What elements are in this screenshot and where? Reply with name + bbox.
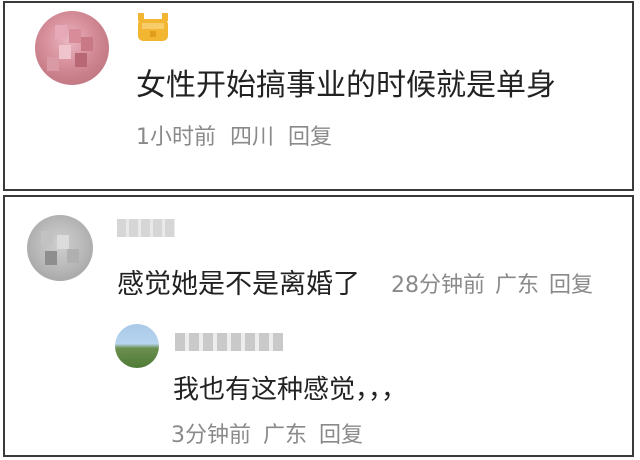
comment-card-1: 女性开始搞事业的时候就是单身 1小时前 四川 回复 [3, 1, 634, 191]
comment-location: 四川 [230, 125, 275, 150]
reply-comment-text: 我也有这种感觉，，， [173, 375, 408, 405]
reply-button[interactable]: 回复 [288, 125, 332, 150]
user-avatar[interactable] [27, 215, 93, 281]
comment-time: 1小时前 [136, 125, 216, 150]
user-avatar[interactable] [35, 11, 109, 85]
user-avatar[interactable] [115, 324, 159, 368]
comment-meta: 1小时前 四川 回复 [136, 127, 346, 149]
comment-location: 广东 [495, 273, 540, 298]
comment-text: 感觉她是不是离婚了 [117, 269, 360, 300]
reply-button[interactable]: 回复 [319, 423, 363, 448]
username-blurred [117, 219, 175, 237]
comment-text: 女性开始搞事业的时候就是单身 [136, 68, 556, 103]
comment-time: 3分钟前 [171, 423, 251, 448]
comment-meta: 28分钟前 广东 回复 [391, 275, 603, 297]
comment-location: 广东 [263, 423, 308, 448]
username-blurred [175, 333, 283, 351]
reply-button[interactable]: 回复 [549, 273, 593, 298]
user-badge-icon [138, 13, 168, 41]
comment-meta: 3分钟前 广东 回复 [171, 425, 375, 447]
comment-card-2: 感觉她是不是离婚了 28分钟前 广东 回复 我也有这种感觉，，， 3分钟前 广东 回复 [3, 195, 634, 457]
comment-time: 28分钟前 [391, 273, 485, 298]
